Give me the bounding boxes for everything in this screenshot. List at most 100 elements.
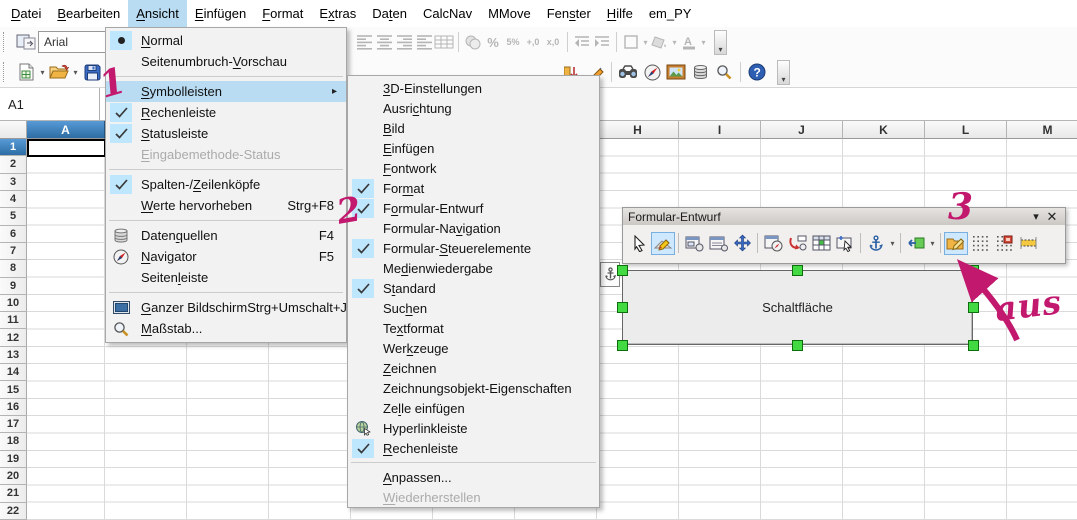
control-properties-icon[interactable] — [682, 232, 706, 255]
menu-item-format[interactable]: Format — [348, 178, 599, 198]
row-header-21[interactable]: 21 — [0, 485, 27, 502]
design-mode-icon[interactable] — [651, 232, 675, 255]
helplines-while-moving-icon[interactable] — [1016, 232, 1040, 255]
menu-item-zeichnungsobjekt-eigenschaften[interactable]: Zeichnungsobjekt-Eigenschaften — [348, 378, 599, 398]
increase-indent-icon[interactable] — [592, 30, 612, 54]
menu-item-werte-hervorheben[interactable]: Werte hervorhebenStrg+F8 — [106, 195, 346, 216]
toolbar-menu-icon[interactable]: ▾ — [1028, 210, 1044, 223]
open-in-design-mode-icon[interactable] — [944, 232, 968, 255]
align-justify-icon[interactable] — [414, 30, 434, 54]
row-header-12[interactable]: 12 — [0, 329, 27, 346]
select-all-corner[interactable] — [0, 121, 27, 139]
add-field-icon[interactable] — [785, 232, 809, 255]
row-header-11[interactable]: 11 — [0, 312, 27, 329]
form-design-toolbar-titlebar[interactable]: Formular-Entwurf ▾ ✕ — [623, 208, 1065, 225]
toolbar-grip[interactable] — [3, 32, 10, 52]
form-properties-icon[interactable] — [706, 232, 730, 255]
row-header-17[interactable]: 17 — [0, 416, 27, 433]
menu-daten[interactable]: Daten — [364, 0, 415, 27]
menu-datei[interactable]: Datei — [3, 0, 49, 27]
column-header-j[interactable]: J — [761, 121, 843, 139]
decrease-indent-icon[interactable] — [572, 30, 592, 54]
row-header-5[interactable]: 5 — [0, 208, 27, 225]
delete-decimal-icon[interactable]: x,0 — [543, 30, 563, 54]
row-header-8[interactable]: 8 — [0, 260, 27, 277]
menu-em-py[interactable]: em_PY — [641, 0, 700, 27]
menu-item-hyperlinkleiste[interactable]: Hyperlinkleiste — [348, 418, 599, 438]
toolbar-grip[interactable] — [3, 62, 10, 82]
background-color-icon[interactable] — [650, 30, 670, 54]
anchor-icon[interactable] — [864, 232, 888, 255]
find-replace-icon[interactable] — [616, 60, 640, 84]
add-decimal-icon[interactable]: +,0 — [523, 30, 543, 54]
gallery-icon[interactable] — [664, 60, 688, 84]
menu-item-einf-gen[interactable]: Einfügen — [348, 138, 599, 158]
row-header-15[interactable]: 15 — [0, 381, 27, 398]
menu-item-zeichnen[interactable]: Zeichnen — [348, 358, 599, 378]
open-icon[interactable] — [47, 60, 71, 84]
align-center-icon[interactable] — [374, 30, 394, 54]
menu-item-textformat[interactable]: Textformat — [348, 318, 599, 338]
menu-item-ma-stab[interactable]: Maßstab... — [106, 318, 346, 339]
menu-item-formular-entwurf[interactable]: Formular-Entwurf — [348, 198, 599, 218]
menu-mmove[interactable]: MMove — [480, 0, 539, 27]
menu-item-formular-navigation[interactable]: Formular-Navigation — [348, 218, 599, 238]
select-icon[interactable] — [627, 232, 651, 255]
selection-handle[interactable] — [617, 265, 628, 276]
toolbar-overflow-button[interactable]: ▾ — [777, 60, 790, 85]
alignment-dropdown-icon[interactable]: ▾ — [928, 239, 937, 248]
row-header-3[interactable]: 3 — [0, 174, 27, 191]
toolbar-overflow-button[interactable]: ▾ — [714, 30, 727, 55]
row-header-9[interactable]: 9 — [0, 278, 27, 295]
menu-item-ganzer-bildschirm[interactable]: Ganzer BildschirmStrg+Umschalt+J — [106, 297, 346, 318]
column-header-h[interactable]: H — [597, 121, 679, 139]
alignment-icon[interactable] — [904, 232, 928, 255]
column-header-a[interactable]: A — [27, 121, 105, 139]
menu-item-zelle-einf-gen[interactable]: Zelle einfügen — [348, 398, 599, 418]
row-header-22[interactable]: 22 — [0, 503, 27, 520]
menu-item-formular-steuerelemente[interactable]: Formular-Steuerelemente — [348, 238, 599, 258]
sidebar-toggle-icon[interactable] — [14, 30, 38, 54]
anchor-dropdown-icon[interactable]: ▾ — [888, 239, 897, 248]
zoom-icon[interactable] — [712, 60, 736, 84]
row-header-4[interactable]: 4 — [0, 191, 27, 208]
menu-fenster[interactable]: Fenster — [539, 0, 599, 27]
new-document-dropdown-icon[interactable]: ▾ — [38, 68, 47, 77]
form-push-button[interactable]: Schaltfläche — [622, 270, 973, 345]
save-icon[interactable] — [80, 60, 104, 84]
borders-icon[interactable] — [621, 30, 641, 54]
menu-item-seitenleiste[interactable]: Seitenleiste — [106, 267, 346, 288]
menu-ansicht[interactable]: Ansicht — [128, 0, 187, 27]
menu-item-suchen[interactable]: Suchen — [348, 298, 599, 318]
menu-item-standard[interactable]: Standard — [348, 278, 599, 298]
menu-item-seitenumbruch-vorschau[interactable]: Seitenumbruch-Vorschau — [106, 51, 346, 72]
standard-format-icon[interactable]: 5% — [503, 30, 523, 54]
menu-bearbeiten[interactable]: Bearbeiten — [49, 0, 128, 27]
font-color-icon[interactable]: A — [679, 30, 699, 54]
selection-handle[interactable] — [617, 340, 628, 351]
percent-format-icon[interactable]: % — [483, 30, 503, 54]
row-header-13[interactable]: 13 — [0, 347, 27, 364]
selection-handle[interactable] — [968, 302, 979, 313]
row-header-18[interactable]: 18 — [0, 433, 27, 450]
row-header-1[interactable]: 1 — [0, 139, 27, 156]
row-header-10[interactable]: 10 — [0, 295, 27, 312]
row-header-2[interactable]: 2 — [0, 156, 27, 173]
column-header-k[interactable]: K — [843, 121, 925, 139]
selection-handle[interactable] — [968, 265, 979, 276]
menu-einf-gen[interactable]: Einfügen — [187, 0, 254, 27]
font-color-dropdown-icon[interactable]: ▾ — [699, 38, 708, 47]
automatic-control-focus-icon[interactable] — [833, 232, 857, 255]
menu-calcnav[interactable]: CalcNav — [415, 0, 480, 27]
navigator-icon[interactable] — [640, 60, 664, 84]
menu-item-ausrichtung[interactable]: Ausrichtung — [348, 98, 599, 118]
menu-item-normal[interactable]: Normal — [106, 30, 346, 51]
selection-handle[interactable] — [792, 340, 803, 351]
close-icon[interactable]: ✕ — [1044, 209, 1060, 225]
align-right-icon[interactable] — [394, 30, 414, 54]
help-icon[interactable]: ? — [745, 60, 769, 84]
data-sources-icon[interactable] — [688, 60, 712, 84]
menu-item-medienwiedergabe[interactable]: Medienwiedergabe — [348, 258, 599, 278]
menu-item-anpassen[interactable]: Anpassen... — [348, 467, 599, 487]
menu-item-rechenleiste[interactable]: Rechenleiste — [348, 438, 599, 458]
